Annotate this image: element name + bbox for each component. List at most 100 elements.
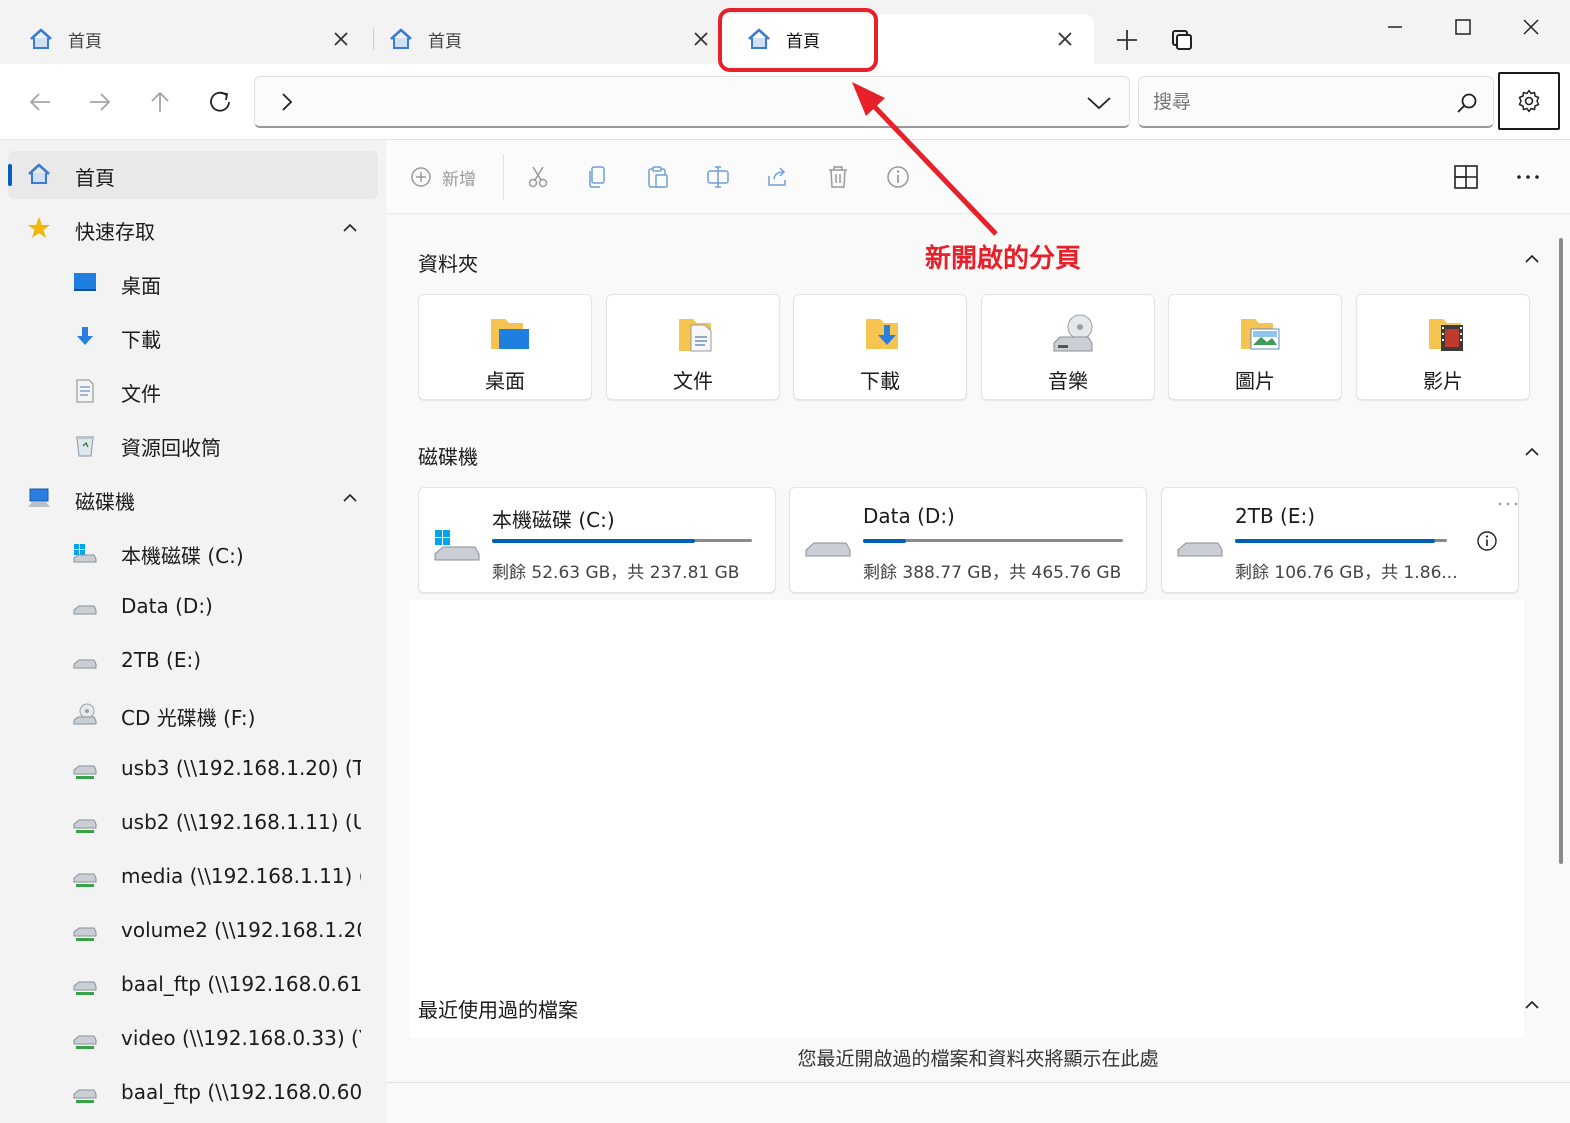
layout-icon[interactable] [1453, 164, 1479, 190]
download-arrow-icon [77, 327, 93, 345]
up-arrow-icon[interactable] [146, 88, 174, 116]
copy-icon[interactable] [585, 164, 611, 190]
close-icon[interactable] [690, 28, 712, 50]
document-icon [76, 379, 94, 403]
drive-card-e[interactable]: 2TB (E:) 剩餘 106.76 GB，共 1.86... [1161, 487, 1519, 593]
paste-icon[interactable] [645, 164, 671, 190]
chevron-down-icon[interactable] [1085, 93, 1113, 113]
sidebar-item-drive-d[interactable]: Data (D:) [8, 583, 378, 631]
sidebar-item-drive-f[interactable]: CD 光碟機 (F:) [8, 691, 378, 739]
sidebar-item-network-baal-ftp-60[interactable]: baal_ftp (\\192.168.0.60) [8, 1069, 378, 1117]
drive-usage-bar [1235, 538, 1447, 543]
network-drive-icon [73, 981, 97, 995]
home-icon [28, 163, 50, 184]
tab-1[interactable]: 首頁 [0, 14, 370, 64]
search-icon[interactable] [1455, 91, 1479, 115]
network-drive-icon [73, 873, 97, 887]
rename-icon[interactable] [705, 164, 731, 190]
search-input[interactable] [1153, 87, 1443, 117]
tab-list-icon[interactable] [1170, 28, 1194, 52]
new-tab-icon[interactable] [1113, 26, 1141, 54]
minimize-icon[interactable] [1380, 12, 1410, 42]
sidebar-item-home[interactable]: 首頁 [8, 151, 378, 199]
sidebar-item-label: volume2 (\\192.168.1.20) [121, 918, 361, 942]
sidebar-item-desktop[interactable]: 桌面 [8, 259, 378, 307]
downloads-folder-icon [866, 319, 898, 349]
folder-card-music[interactable]: 音樂 [981, 294, 1155, 400]
home-icon [390, 28, 412, 49]
sidebar-item-network-media[interactable]: media (\\192.168.1.11) (\ [8, 853, 378, 901]
recent-section-title: 最近使用過的檔案 [418, 998, 578, 1022]
sidebar-item-label: 資源回收筒 [121, 436, 221, 460]
window-close-icon[interactable] [1516, 12, 1546, 42]
documents-folder-icon [679, 319, 712, 352]
folder-label: 影片 [1423, 369, 1463, 393]
sidebar-item-network-volume2[interactable]: volume2 (\\192.168.1.20) [8, 907, 378, 955]
folder-card-videos[interactable]: 影片 [1356, 294, 1530, 400]
gear-icon [1518, 89, 1540, 113]
drive-usage-fill [492, 538, 695, 543]
drive-name: 本機磁碟 (C:) [492, 508, 615, 532]
chevron-up-icon[interactable] [1524, 445, 1540, 459]
folder-card-downloads[interactable]: 下載 [793, 294, 967, 400]
chevron-up-icon[interactable] [1524, 998, 1540, 1012]
address-bar[interactable] [254, 76, 1130, 128]
new-button[interactable]: 新增 [410, 162, 476, 192]
sidebar-item-label: usb2 (\\192.168.1.11) (U: [121, 810, 361, 834]
back-arrow-icon[interactable] [26, 88, 54, 116]
chevron-up-icon[interactable] [342, 491, 358, 505]
drive-card-c[interactable]: 本機磁碟 (C:) 剩餘 52.63 GB，共 237.81 GB [418, 487, 776, 593]
maximize-icon[interactable] [1448, 12, 1478, 42]
sidebar-item-label: 文件 [121, 382, 161, 406]
drive-usage-fill [863, 538, 906, 543]
folder-label: 桌面 [485, 369, 525, 393]
folder-card-desktop[interactable]: 桌面 [418, 294, 592, 400]
folder-card-pictures[interactable]: 圖片 [1168, 294, 1342, 400]
network-drive-icon [73, 1089, 97, 1103]
info-icon[interactable] [885, 164, 911, 190]
sidebar-item-downloads[interactable]: 下載 [8, 313, 378, 361]
info-icon[interactable] [1476, 530, 1498, 552]
folder-card-documents[interactable]: 文件 [606, 294, 780, 400]
folder-label: 圖片 [1235, 369, 1275, 393]
chevron-right-icon[interactable] [277, 91, 297, 113]
network-drive-icon [73, 1035, 97, 1049]
chevron-up-icon[interactable] [1524, 252, 1540, 266]
drive-stats: 剩餘 52.63 GB，共 237.81 GB [492, 563, 740, 583]
scrollbar[interactable] [1559, 238, 1563, 864]
empty-content-area [410, 600, 1524, 1038]
sidebar-item-drive-c[interactable]: 本機磁碟 (C:) [8, 529, 378, 577]
close-icon[interactable] [330, 28, 352, 50]
sidebar-item-network-t[interactable]: usb3 (\\192.168.1.20) (T:) [8, 745, 378, 793]
refresh-icon[interactable] [206, 88, 234, 116]
drive-icon [1177, 542, 1223, 557]
sidebar-item-network-u[interactable]: usb2 (\\192.168.1.11) (U: [8, 799, 378, 847]
sidebar-item-label: 桌面 [121, 274, 161, 298]
chevron-up-icon[interactable] [342, 221, 358, 235]
drive-name: 2TB (E:) [1235, 504, 1315, 528]
forward-arrow-icon[interactable] [86, 88, 114, 116]
sidebar-item-network-video[interactable]: video (\\192.168.0.33) (Y [8, 1015, 378, 1063]
share-icon[interactable] [765, 164, 791, 190]
sidebar-item-drives[interactable]: 磁碟機 [8, 475, 378, 523]
network-drive-icon [73, 765, 97, 779]
network-drive-icon [73, 927, 97, 941]
search-box[interactable] [1138, 76, 1494, 128]
sidebar-item-label: 磁碟機 [75, 490, 135, 514]
more-options-icon[interactable] [1496, 500, 1520, 508]
close-icon[interactable] [1054, 28, 1076, 50]
more-options-icon[interactable] [1515, 164, 1541, 190]
drive-card-d[interactable]: Data (D:) 剩餘 388.77 GB，共 465.76 GB [789, 487, 1147, 593]
sidebar-item-network-baal-ftp-61[interactable]: baal_ftp (\\192.168.0.61) [8, 961, 378, 1009]
tab-2[interactable]: 首頁 [360, 14, 730, 64]
sidebar-item-recycle-bin[interactable]: 資源回收筒 [8, 421, 378, 469]
sidebar-item-quick-access[interactable]: 快速存取 [8, 205, 378, 253]
settings-button[interactable] [1498, 72, 1560, 130]
sidebar-item-drive-e[interactable]: 2TB (E:) [8, 637, 378, 685]
music-icon [1053, 314, 1093, 352]
sidebar-item-documents[interactable]: 文件 [8, 367, 378, 415]
cut-icon[interactable] [525, 164, 551, 190]
delete-icon[interactable] [825, 164, 851, 190]
navigation-bar [0, 64, 1570, 140]
desktop-icon [74, 273, 96, 291]
